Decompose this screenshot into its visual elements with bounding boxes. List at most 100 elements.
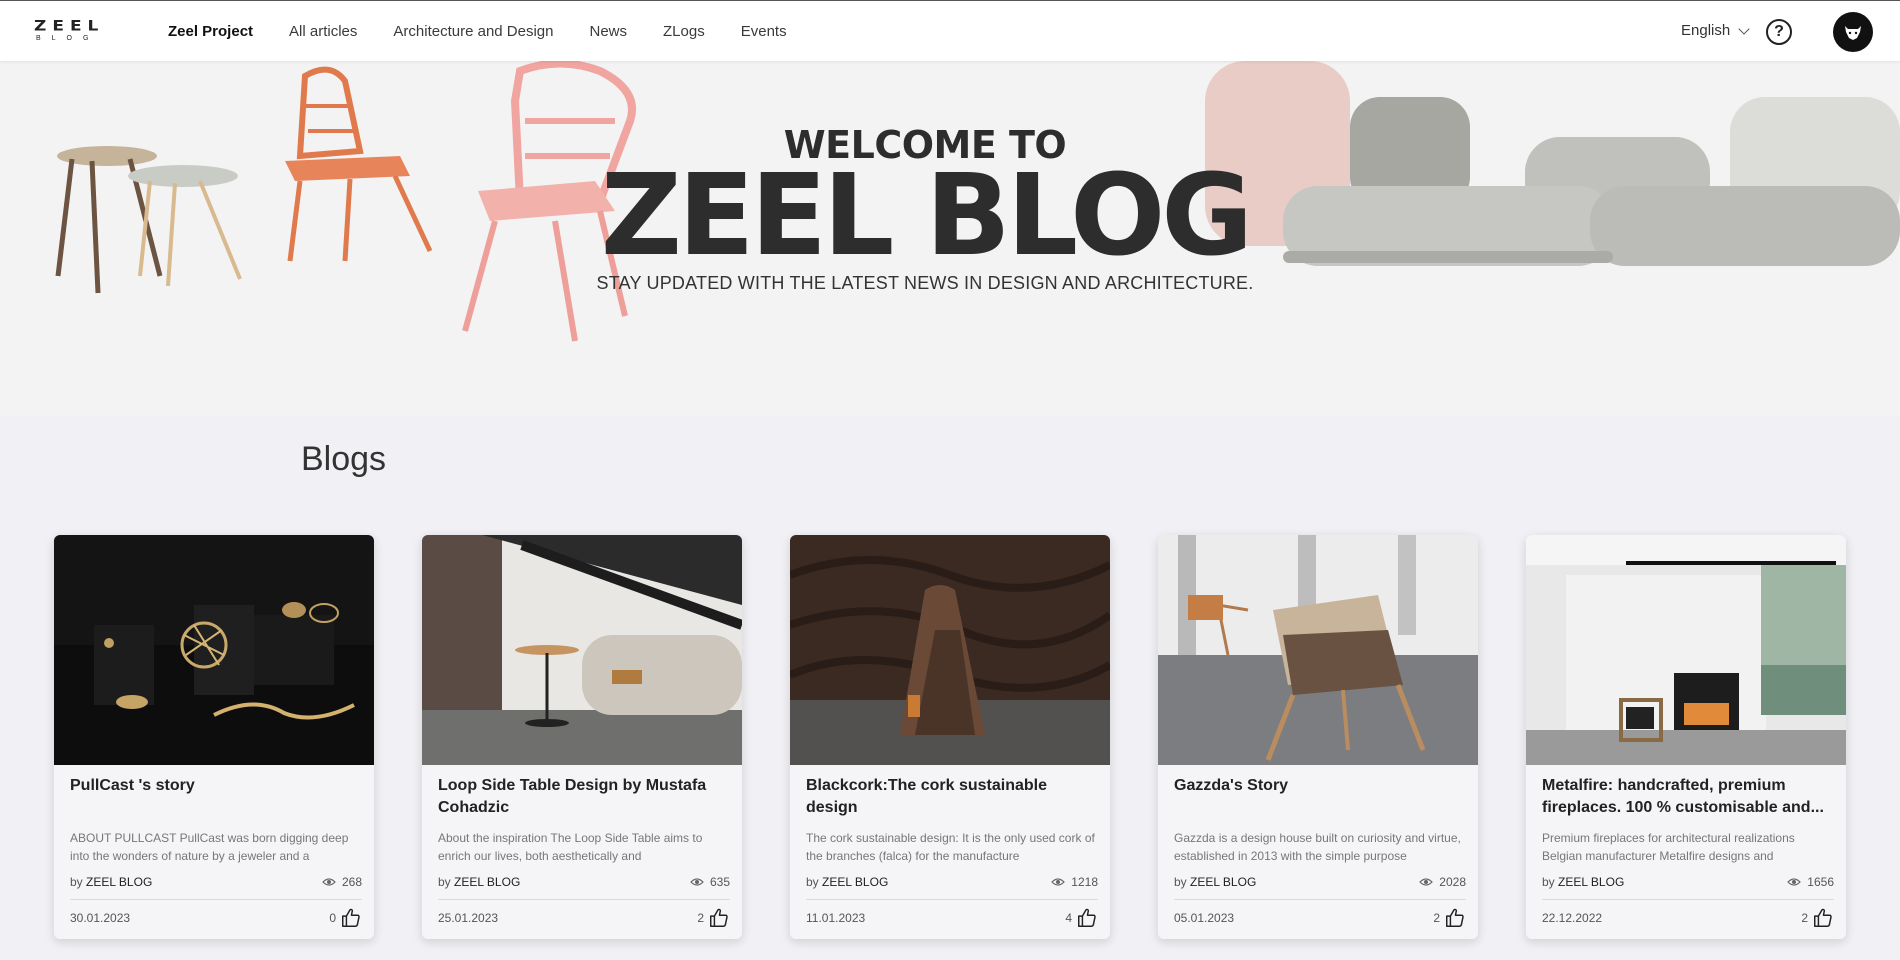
card-title[interactable]: PullCast 's story xyxy=(70,775,362,797)
card-likes: 4 xyxy=(1065,907,1098,929)
card-divider xyxy=(806,899,1098,900)
card-author-prefix: by xyxy=(438,875,451,889)
card-views: 1218 xyxy=(1051,875,1098,889)
card-title[interactable]: Metalfire: handcrafted, premium fireplac… xyxy=(1542,775,1834,819)
blog-card[interactable]: Metalfire: handcrafted, premium fireplac… xyxy=(1526,535,1846,939)
card-author-prefix: by xyxy=(806,875,819,889)
card-image-pullcast xyxy=(54,535,374,765)
user-avatar-icon xyxy=(1845,26,1861,40)
card-author: by ZEEL BLOG xyxy=(438,875,520,889)
blog-card[interactable]: Loop Side Table Design by Mustafa Cohadz… xyxy=(422,535,742,939)
card-image-loop-side-table xyxy=(422,535,742,765)
nav-item-news[interactable]: News xyxy=(590,23,628,40)
like-button[interactable] xyxy=(1444,907,1466,929)
nav-item-zlogs[interactable]: ZLogs xyxy=(663,23,705,40)
card-footer: 25.01.2023 2 xyxy=(438,907,730,929)
card-excerpt: ABOUT PULLCAST PullCast was born digging… xyxy=(70,831,349,863)
avatar[interactable] xyxy=(1833,12,1873,52)
card-date: 30.01.2023 xyxy=(70,911,131,925)
like-button[interactable] xyxy=(1812,907,1834,929)
card-image-metalfire xyxy=(1526,535,1846,765)
section-title-blogs: Blogs xyxy=(301,440,387,478)
logo-word: ZEEL xyxy=(34,17,105,35)
card-date: 05.01.2023 xyxy=(1174,911,1235,925)
card-likes: 2 xyxy=(1433,907,1466,929)
nav-item-all-articles[interactable]: All articles xyxy=(289,23,357,40)
card-meta: by ZEEL BLOG 1218 xyxy=(806,875,1098,889)
card-author-name: ZEEL BLOG xyxy=(1190,875,1257,889)
nav-item-events[interactable]: Events xyxy=(741,23,787,40)
card-image-gazzda xyxy=(1158,535,1478,765)
hero-banner: WELCOME TO ZEEL BLOG STAY UPDATED WITH T… xyxy=(0,61,1900,416)
card-date: 11.01.2023 xyxy=(806,911,866,925)
card-author-prefix: by xyxy=(1174,875,1187,889)
blog-card[interactable]: Gazzda's Story Gazzda is a design house … xyxy=(1158,535,1478,939)
thumbs-up-icon xyxy=(342,908,360,927)
like-button[interactable] xyxy=(1076,907,1098,929)
card-author-prefix: by xyxy=(1542,875,1555,889)
card-meta: by ZEEL BLOG 1656 xyxy=(1542,875,1834,889)
card-views: 268 xyxy=(322,875,362,889)
card-author-name: ZEEL BLOG xyxy=(1558,875,1625,889)
card-author: by ZEEL BLOG xyxy=(70,875,152,889)
eye-icon xyxy=(1787,878,1802,886)
card-footer: 22.12.2022 2 xyxy=(1542,907,1834,929)
card-divider xyxy=(438,899,730,900)
blog-card-list: PullCast 's story ABOUT PULLCAST PullCas… xyxy=(54,535,1846,939)
chevron-down-icon xyxy=(1738,22,1750,35)
card-likes-count: 2 xyxy=(697,911,704,925)
card-title[interactable]: Loop Side Table Design by Mustafa Cohadz… xyxy=(438,775,730,819)
card-views-count: 2028 xyxy=(1439,875,1466,889)
card-likes-count: 0 xyxy=(329,911,336,925)
eye-icon xyxy=(1051,878,1066,886)
card-author: by ZEEL BLOG xyxy=(806,875,888,889)
thumbs-up-icon xyxy=(1814,908,1832,927)
card-likes: 2 xyxy=(697,907,730,929)
eye-icon xyxy=(322,878,336,886)
blog-card[interactable]: Blackcork:The cork sustainable design Th… xyxy=(790,535,1110,939)
main-nav: Zeel Project All articles Architecture a… xyxy=(168,1,823,62)
card-excerpt: Premium fireplaces for architectural rea… xyxy=(1542,831,1795,863)
card-divider xyxy=(1174,899,1466,900)
card-title[interactable]: Gazzda's Story xyxy=(1174,775,1466,797)
card-author: by ZEEL BLOG xyxy=(1174,875,1256,889)
card-title[interactable]: Blackcork:The cork sustainable design xyxy=(806,775,1098,819)
card-meta: by ZEEL BLOG 2028 xyxy=(1174,875,1466,889)
help-button[interactable]: ? xyxy=(1766,19,1792,45)
language-selector[interactable]: English xyxy=(1681,22,1750,39)
card-views-count: 635 xyxy=(709,875,730,889)
card-author-prefix: by xyxy=(70,875,83,889)
card-date: 22.12.2022 xyxy=(1542,911,1603,925)
logo-subtext: BLOG xyxy=(36,35,100,42)
card-views-count: 1218 xyxy=(1071,875,1098,889)
nav-item-architecture-and-design[interactable]: Architecture and Design xyxy=(393,23,553,40)
card-views: 635 xyxy=(690,875,730,889)
card-views: 2028 xyxy=(1419,875,1466,889)
thumbs-up-icon xyxy=(710,908,728,927)
card-image-blackcork xyxy=(790,535,1110,765)
like-button[interactable] xyxy=(340,907,362,929)
eye-icon xyxy=(690,878,704,886)
zeel-blog-logo[interactable]: ZEEL BLOG xyxy=(34,16,112,46)
like-button[interactable] xyxy=(708,907,730,929)
hero-blog-title: ZEEL BLOG xyxy=(600,151,1253,281)
card-divider xyxy=(1542,899,1834,900)
card-views-count: 268 xyxy=(341,875,362,889)
card-author-name: ZEEL BLOG xyxy=(454,875,521,889)
card-footer: 05.01.2023 2 xyxy=(1174,907,1466,929)
top-navigation-bar: ZEEL BLOG Zeel Project All articles Arch… xyxy=(0,0,1900,61)
card-excerpt: The cork sustainable design: It is the o… xyxy=(806,831,1095,863)
card-meta: by ZEEL BLOG 268 xyxy=(70,875,362,889)
card-likes: 2 xyxy=(1801,907,1834,929)
card-date: 25.01.2023 xyxy=(438,911,499,925)
card-footer: 30.01.2023 0 xyxy=(70,907,362,929)
card-views: 1656 xyxy=(1787,875,1834,889)
blog-card[interactable]: PullCast 's story ABOUT PULLCAST PullCas… xyxy=(54,535,374,939)
card-likes: 0 xyxy=(329,907,362,929)
nav-item-zeel-project[interactable]: Zeel Project xyxy=(168,23,253,40)
card-excerpt: About the inspiration The Loop Side Tabl… xyxy=(438,831,703,863)
card-author-name: ZEEL BLOG xyxy=(822,875,889,889)
card-author-name: ZEEL BLOG xyxy=(86,875,153,889)
card-views-count: 1656 xyxy=(1807,875,1834,889)
thumbs-up-icon xyxy=(1078,908,1096,927)
